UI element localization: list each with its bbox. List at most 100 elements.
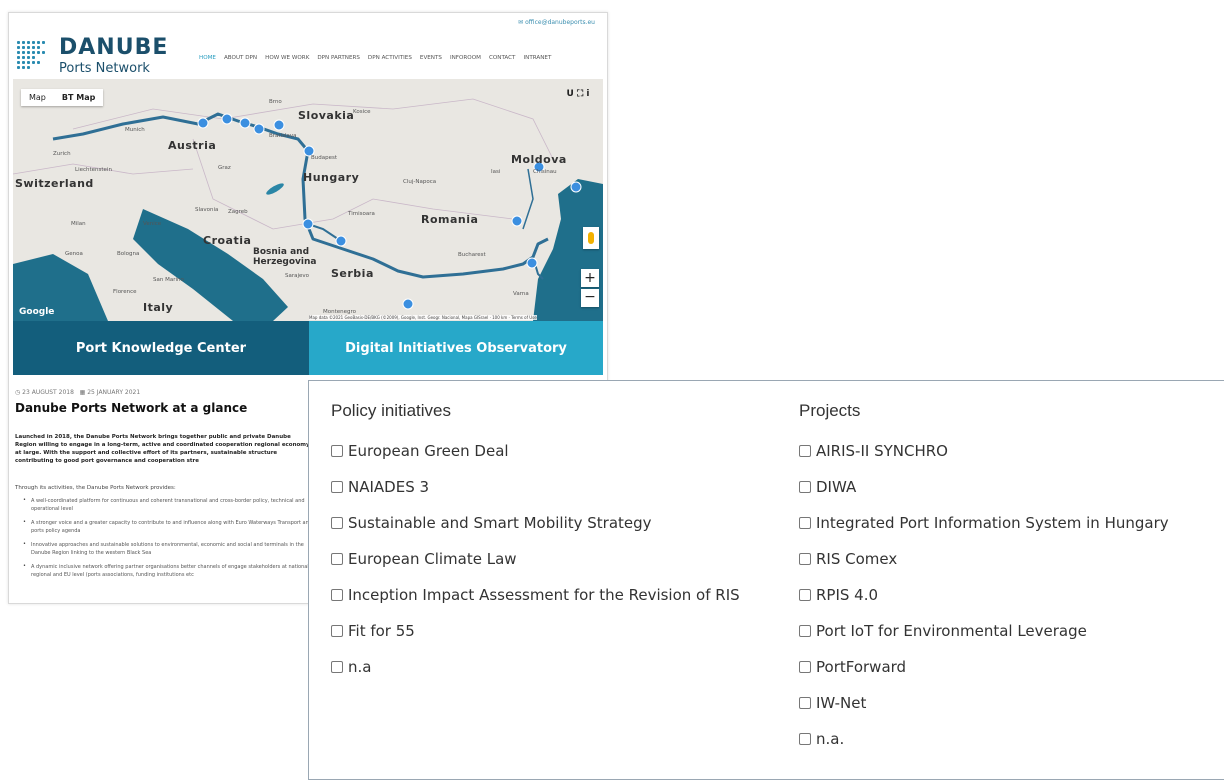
project-option-airis[interactable]: AIRIS-II SYNCHRO bbox=[799, 433, 1169, 469]
map-city-bologna: Bologna bbox=[117, 251, 140, 257]
map-label-croatia: Croatia bbox=[203, 234, 252, 247]
map-city-genoa: Genoa bbox=[65, 251, 83, 257]
checkbox[interactable] bbox=[799, 625, 811, 637]
project-option-port-info-system[interactable]: Integrated Port Information System in Hu… bbox=[799, 505, 1169, 541]
map-type-toggle: Map BT Map bbox=[21, 89, 104, 106]
article-title: Danube Ports Network at a glance bbox=[15, 401, 248, 415]
checkbox[interactable] bbox=[799, 553, 811, 565]
map-toggle-map[interactable]: Map bbox=[21, 89, 54, 106]
list-item: A stronger voice and a greater capacity … bbox=[23, 518, 313, 535]
nav-events[interactable]: EVENTS bbox=[420, 55, 442, 61]
option-label: RPIS 4.0 bbox=[816, 586, 879, 604]
option-label: RIS Comex bbox=[816, 550, 898, 568]
map-city-graz: Graz bbox=[218, 165, 231, 171]
option-label: DIWA bbox=[816, 478, 857, 496]
policy-option-european-green-deal[interactable]: European Green Deal bbox=[331, 433, 740, 469]
map-city-chisinau: Chisinau bbox=[533, 169, 557, 175]
checkbox[interactable] bbox=[799, 445, 811, 457]
map-city-venice: Venice bbox=[143, 221, 162, 227]
port-knowledge-center-button[interactable]: Port Knowledge Center bbox=[13, 321, 309, 375]
map-city-budapest: Budapest bbox=[311, 155, 338, 161]
topbar-email[interactable]: ✉ office@danubeports.eu bbox=[518, 19, 595, 26]
streetview-pegman-icon[interactable] bbox=[583, 227, 599, 249]
nav-home[interactable]: HOME bbox=[199, 55, 216, 61]
checkbox[interactable] bbox=[331, 517, 343, 529]
option-label: Fit for 55 bbox=[348, 622, 415, 640]
option-label: Port IoT for Environmental Leverage bbox=[816, 622, 1087, 640]
project-option-port-iot[interactable]: Port IoT for Environmental Leverage bbox=[799, 613, 1169, 649]
option-label: IW-Net bbox=[816, 694, 867, 712]
nav-how-we-work[interactable]: HOW WE WORK bbox=[265, 55, 309, 61]
list-item: A dynamic inclusive network offering par… bbox=[23, 562, 313, 579]
option-label: n.a. bbox=[816, 730, 845, 748]
published-date: 23 AUGUST 2018 bbox=[22, 389, 74, 396]
map-label-austria: Austria bbox=[168, 139, 217, 152]
map-label-bosnia: Bosnia and Herzegovina bbox=[253, 247, 317, 267]
zoom-out-button[interactable]: − bbox=[581, 289, 599, 307]
policy-option-ris-revision[interactable]: Inception Impact Assessment for the Revi… bbox=[331, 577, 740, 613]
option-label: n.a bbox=[348, 658, 372, 676]
checkbox[interactable] bbox=[799, 517, 811, 529]
option-label: European Climate Law bbox=[348, 550, 517, 568]
google-logo: Google bbox=[19, 307, 55, 317]
project-option-ris-comex[interactable]: RIS Comex bbox=[799, 541, 1169, 577]
checkbox[interactable] bbox=[799, 733, 811, 745]
main-nav: HOME ABOUT DPN HOW WE WORK DPN PARTNERS … bbox=[199, 55, 551, 61]
email-link[interactable]: office@danubeports.eu bbox=[525, 19, 595, 26]
map-city-milan: Milan bbox=[71, 221, 86, 227]
map-label-romania: Romania bbox=[421, 213, 479, 226]
map-city-florence: Florence bbox=[113, 289, 137, 295]
nav-about[interactable]: ABOUT DPN bbox=[224, 55, 257, 61]
map-city-timisoara: Timisoara bbox=[348, 211, 375, 217]
checkbox[interactable] bbox=[799, 661, 811, 673]
policy-option-fit-for-55[interactable]: Fit for 55 bbox=[331, 613, 740, 649]
policy-option-naiades-3[interactable]: NAIADES 3 bbox=[331, 469, 740, 505]
checkbox[interactable] bbox=[799, 481, 811, 493]
site-logo[interactable]: DANUBE Ports Network bbox=[17, 35, 167, 79]
nav-partners[interactable]: DPN PARTNERS bbox=[317, 55, 360, 61]
nav-contact[interactable]: CONTACT bbox=[489, 55, 516, 61]
project-option-diwa[interactable]: DIWA bbox=[799, 469, 1169, 505]
checkbox[interactable] bbox=[799, 697, 811, 709]
article-bullets: A well-coordinated platform for continuo… bbox=[23, 496, 313, 585]
checkbox[interactable] bbox=[331, 553, 343, 565]
nav-inforoom[interactable]: INFOROOM bbox=[450, 55, 481, 61]
checkbox[interactable] bbox=[331, 661, 343, 673]
checkbox[interactable] bbox=[331, 481, 343, 493]
policy-option-climate-law[interactable]: European Climate Law bbox=[331, 541, 740, 577]
map-city-liechtenstein: Liechtenstein bbox=[75, 167, 112, 173]
map-city-slavonia: Slavonia bbox=[195, 207, 219, 213]
checkbox[interactable] bbox=[331, 625, 343, 637]
logo-subtitle: Ports Network bbox=[59, 61, 150, 76]
option-label: Sustainable and Smart Mobility Strategy bbox=[348, 514, 652, 532]
map-label-switzerland: Switzerland bbox=[15, 177, 94, 190]
list-item: Innovative approaches and sustainable so… bbox=[23, 540, 313, 557]
map-city-sarajevo: Sarajevo bbox=[285, 273, 310, 279]
map-toggle-satellite[interactable]: BT Map bbox=[54, 89, 103, 106]
project-option-na[interactable]: n.a. bbox=[799, 721, 1169, 757]
checkbox[interactable] bbox=[331, 589, 343, 601]
ports-map[interactable]: Map BT Map Slovakia Austria Hungary Swit… bbox=[13, 79, 603, 321]
zoom-in-button[interactable]: + bbox=[581, 269, 599, 287]
policy-option-smart-mobility[interactable]: Sustainable and Smart Mobility Strategy bbox=[331, 505, 740, 541]
policy-option-na[interactable]: n.a bbox=[331, 649, 740, 685]
project-option-portforward[interactable]: PortForward bbox=[799, 649, 1169, 685]
digital-initiatives-observatory-button[interactable]: Digital Initiatives Observatory bbox=[309, 321, 603, 375]
project-option-rpis[interactable]: RPIS 4.0 bbox=[799, 577, 1169, 613]
logo-dots-icon bbox=[17, 39, 49, 71]
map-attribution[interactable]: Map data ©2021 GeoBasis-DE/BKG (©2009), … bbox=[309, 315, 537, 320]
filter-panel: Policy initiatives European Green Deal N… bbox=[308, 380, 1224, 780]
checkbox[interactable] bbox=[331, 445, 343, 457]
map-label-moldova: Moldova bbox=[511, 153, 567, 166]
map-city-iasi: Iasi bbox=[491, 169, 501, 175]
map-city-zagreb: Zagreb bbox=[228, 209, 248, 215]
updated-date: 25 JANUARY 2021 bbox=[87, 389, 141, 396]
article-meta: ◷ 23 AUGUST 2018 ▦ 25 JANUARY 2021 bbox=[15, 389, 140, 396]
policy-initiatives-column: Policy initiatives European Green Deal N… bbox=[331, 401, 740, 685]
project-option-iw-net[interactable]: IW-Net bbox=[799, 685, 1169, 721]
map-fullscreen-icon[interactable]: U ⛶ i bbox=[561, 87, 595, 101]
map-label-italy: Italy bbox=[143, 301, 174, 314]
checkbox[interactable] bbox=[799, 589, 811, 601]
nav-intranet[interactable]: INTRANET bbox=[523, 55, 551, 61]
nav-activities[interactable]: DPN ACTIVITIES bbox=[368, 55, 412, 61]
